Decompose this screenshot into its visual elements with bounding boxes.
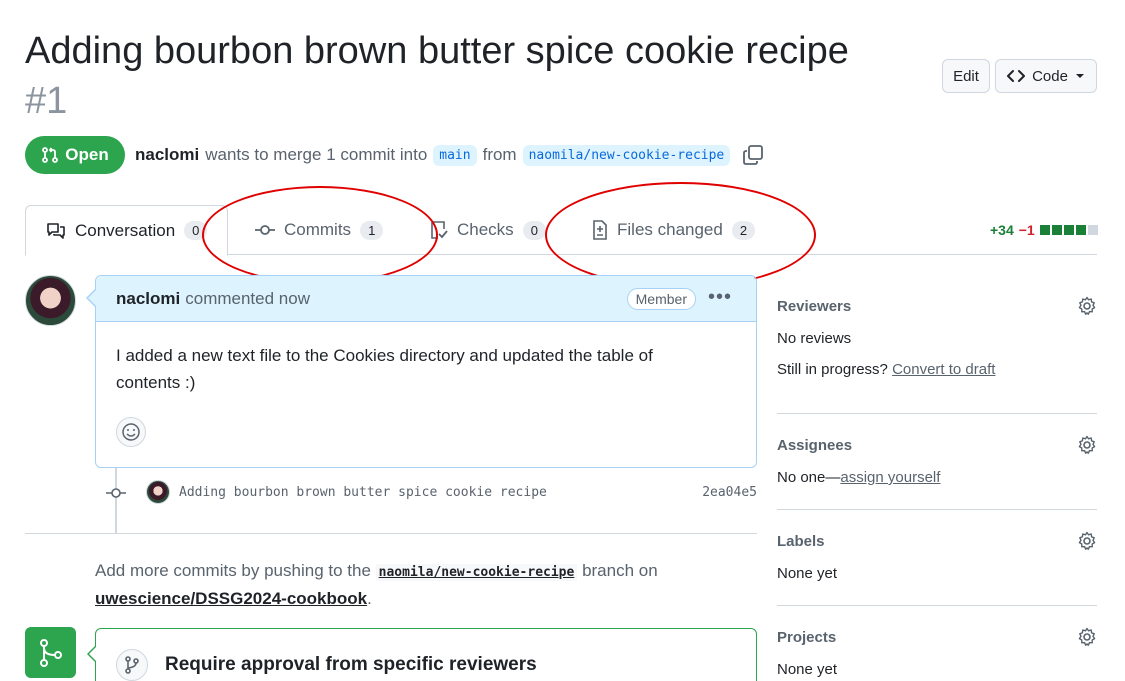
sidebar-reviewers: Reviewers No reviews Still in progress? … bbox=[777, 296, 1097, 378]
git-merge-icon bbox=[39, 638, 62, 667]
assignees-value: No one—assign yourself bbox=[777, 469, 1097, 486]
diffstat-bar bbox=[1039, 225, 1098, 235]
edit-button[interactable]: Edit bbox=[942, 59, 990, 93]
comment-body: I added a new text file to the Cookies d… bbox=[116, 346, 653, 392]
commit-sha[interactable]: 2ea04e5 bbox=[702, 485, 757, 500]
comment-pointer-inner bbox=[88, 290, 96, 306]
push-hint-branch[interactable]: naomila/new-cookie-recipe bbox=[375, 564, 578, 581]
comment-header: naclomi commented now Member ••• bbox=[96, 276, 756, 322]
annotation-ellipse-files-changed bbox=[545, 182, 816, 288]
tab-conversation[interactable]: Conversation 0 bbox=[25, 205, 229, 256]
comment-box: naclomi commented now Member ••• I added… bbox=[95, 275, 757, 468]
sidebar-assignees: Assignees No one—assign yourself bbox=[777, 435, 1097, 486]
diffstat-additions: +34 bbox=[990, 222, 1014, 238]
merge-box-title: Require approval from specific reviewers bbox=[165, 654, 537, 675]
gear-icon[interactable] bbox=[1077, 627, 1097, 647]
head-branch[interactable]: naomila/new-cookie-recipe bbox=[522, 144, 731, 166]
push-hint-repo-link[interactable]: uwescience/DSSG2024-cookbook bbox=[95, 589, 367, 608]
labels-value: None yet bbox=[777, 565, 838, 582]
chevron-down-icon bbox=[1075, 74, 1084, 78]
sidebar-divider bbox=[777, 413, 1097, 414]
conversation-icon bbox=[47, 222, 65, 239]
diffstat-deletions: −1 bbox=[1018, 222, 1035, 238]
labels-heading[interactable]: Labels bbox=[777, 533, 825, 550]
merge-box: Require approval from specific reviewers bbox=[95, 628, 757, 681]
tab-checks-label: Checks bbox=[457, 220, 514, 239]
pr-state-badge: Open bbox=[25, 136, 125, 174]
reviewers-progress: Still in progress? Convert to draft bbox=[777, 361, 1097, 378]
pr-state-label: Open bbox=[65, 145, 109, 164]
pr-from-text: from bbox=[482, 145, 517, 164]
gear-icon[interactable] bbox=[1077, 296, 1097, 316]
push-hint: Add more commits by pushing to the naomi… bbox=[95, 558, 735, 612]
commit-message[interactable]: Adding bourbon brown butter spice cookie… bbox=[179, 485, 547, 500]
branch-icon-circle bbox=[116, 649, 148, 681]
tab-checks[interactable]: Checks 0 bbox=[430, 205, 546, 255]
diffstat: +34 −1 bbox=[990, 222, 1098, 238]
projects-value: None yet bbox=[777, 661, 838, 678]
sidebar-divider bbox=[777, 605, 1097, 606]
tab-checks-count: 0 bbox=[522, 220, 546, 240]
commit-row: Adding bourbon brown butter spice cookie… bbox=[106, 479, 757, 507]
timeline-divider bbox=[25, 533, 757, 534]
pull-request-icon bbox=[42, 147, 59, 163]
code-icon bbox=[1007, 70, 1026, 82]
tab-conversation-label: Conversation bbox=[75, 220, 176, 240]
pr-title: Adding bourbon brown butter spice cookie… bbox=[25, 30, 849, 72]
assignees-heading[interactable]: Assignees bbox=[777, 437, 852, 454]
reviewers-value: No reviews bbox=[777, 330, 852, 347]
sidebar-projects: Projects None yet bbox=[777, 627, 1097, 678]
gear-icon[interactable] bbox=[1077, 531, 1097, 551]
convert-to-draft-link[interactable]: Convert to draft bbox=[892, 361, 995, 378]
pr-merge-text: wants to merge 1 commit into bbox=[205, 145, 428, 164]
commit-icon bbox=[106, 488, 126, 498]
sidebar-labels: Labels None yet bbox=[777, 531, 1097, 582]
projects-heading[interactable]: Projects bbox=[777, 629, 836, 646]
pr-number: #1 bbox=[25, 80, 68, 122]
gear-icon[interactable] bbox=[1077, 435, 1097, 455]
comment-author-avatar[interactable] bbox=[25, 275, 76, 326]
kebab-menu-icon[interactable]: ••• bbox=[708, 286, 732, 309]
edit-button-label: Edit bbox=[953, 67, 979, 85]
smiley-icon bbox=[122, 423, 140, 441]
push-hint-prefix: Add more commits by pushing to the bbox=[95, 561, 371, 580]
member-badge: Member bbox=[626, 288, 696, 310]
push-hint-middle: branch on bbox=[582, 561, 658, 580]
add-reaction-button[interactable] bbox=[116, 417, 146, 447]
commit-author-avatar[interactable] bbox=[146, 480, 170, 504]
push-hint-suffix: . bbox=[367, 589, 372, 608]
code-button[interactable]: Code bbox=[995, 59, 1097, 93]
git-branch-icon bbox=[125, 656, 139, 674]
base-branch[interactable]: main bbox=[433, 144, 477, 166]
sidebar-divider bbox=[777, 509, 1097, 510]
code-button-label: Code bbox=[1032, 67, 1068, 85]
annotation-ellipse-commits bbox=[202, 186, 438, 284]
comment-action: commented now bbox=[185, 288, 310, 308]
reviewers-progress-text: Still in progress? bbox=[777, 361, 888, 378]
assignees-value-prefix: No one— bbox=[777, 469, 841, 486]
reviewers-heading[interactable]: Reviewers bbox=[777, 298, 851, 315]
merge-pointer-inner bbox=[89, 646, 97, 662]
merge-status-icon-box bbox=[25, 627, 76, 678]
copy-icon[interactable] bbox=[742, 144, 764, 166]
assign-yourself-link[interactable]: assign yourself bbox=[840, 469, 940, 486]
pr-author-link[interactable]: naclomi bbox=[135, 145, 199, 165]
comment-author[interactable]: naclomi bbox=[116, 289, 180, 309]
pr-meta-line: naclomi wants to merge 1 commit into mai… bbox=[135, 142, 764, 168]
